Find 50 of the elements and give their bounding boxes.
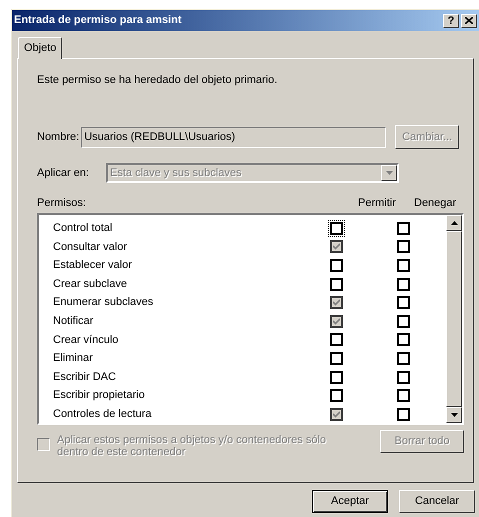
help-button[interactable]: ? [443, 14, 459, 28]
check-icon [333, 410, 340, 418]
permission-name: Enumerar subclaves [52, 295, 154, 310]
checkbox[interactable] [397, 389, 410, 402]
permission-name: Controles de lectura [52, 406, 152, 422]
checkbox[interactable] [397, 333, 410, 346]
dialog-button[interactable]: Aceptar [312, 490, 388, 513]
check-icon [333, 318, 340, 325]
check-icon [333, 299, 340, 306]
permission-name: Crear vínculo [52, 332, 120, 348]
column-header: Denegar [414, 196, 458, 211]
dialog-button[interactable]: Cancelar [399, 490, 475, 513]
check-icon [333, 243, 340, 250]
permission-name: Escribir DAC [52, 370, 117, 385]
checkbox[interactable] [397, 222, 410, 235]
checkbox[interactable] [397, 240, 410, 254]
tab[interactable]: Objeto [18, 37, 62, 59]
checkbox[interactable] [330, 389, 343, 402]
checkbox[interactable] [330, 333, 343, 346]
permission-name: Consultar valor [52, 240, 128, 255]
checkbox[interactable] [397, 278, 410, 291]
permission-name: Eliminar [52, 351, 94, 366]
checkbox[interactable] [397, 370, 410, 384]
checkbox[interactable] [330, 278, 343, 291]
field-label: Aplicar en: [37, 166, 90, 181]
scroll-thumb[interactable] [446, 231, 462, 407]
permission-name: Notificar [52, 314, 94, 330]
checkbox[interactable] [330, 370, 343, 384]
permission-name: Establecer valor [52, 258, 133, 274]
close-icon [465, 17, 473, 24]
permission-name: Crear subclave [52, 276, 128, 292]
checkbox[interactable] [397, 408, 410, 421]
inherited-note: Este permiso se ha heredado del objeto primario. [37, 73, 278, 86]
permission-name: Control total [52, 221, 114, 236]
permission-name: Escribir propietario [52, 388, 146, 404]
column-header: Permitir [358, 196, 397, 211]
checkbox[interactable] [397, 258, 410, 272]
close-button[interactable] [461, 14, 477, 28]
checkbox[interactable] [397, 352, 410, 365]
checkbox-label: Aplicar estos permisos a objetos y/o contenedores sólo dentro de este contenedor [57, 434, 328, 458]
field-label: Nombre: [37, 130, 80, 145]
checkbox[interactable] [330, 352, 343, 365]
permissions-label: Permisos: [37, 196, 87, 211]
checkbox[interactable] [397, 314, 410, 328]
checkbox[interactable] [397, 296, 410, 310]
scrollbar[interactable] [446, 215, 462, 423]
scroll-down-icon[interactable] [446, 407, 462, 423]
checkbox[interactable] [330, 258, 343, 272]
window-title: Entrada de permiso para amsint [14, 13, 182, 28]
scroll-up-icon[interactable] [446, 215, 462, 231]
